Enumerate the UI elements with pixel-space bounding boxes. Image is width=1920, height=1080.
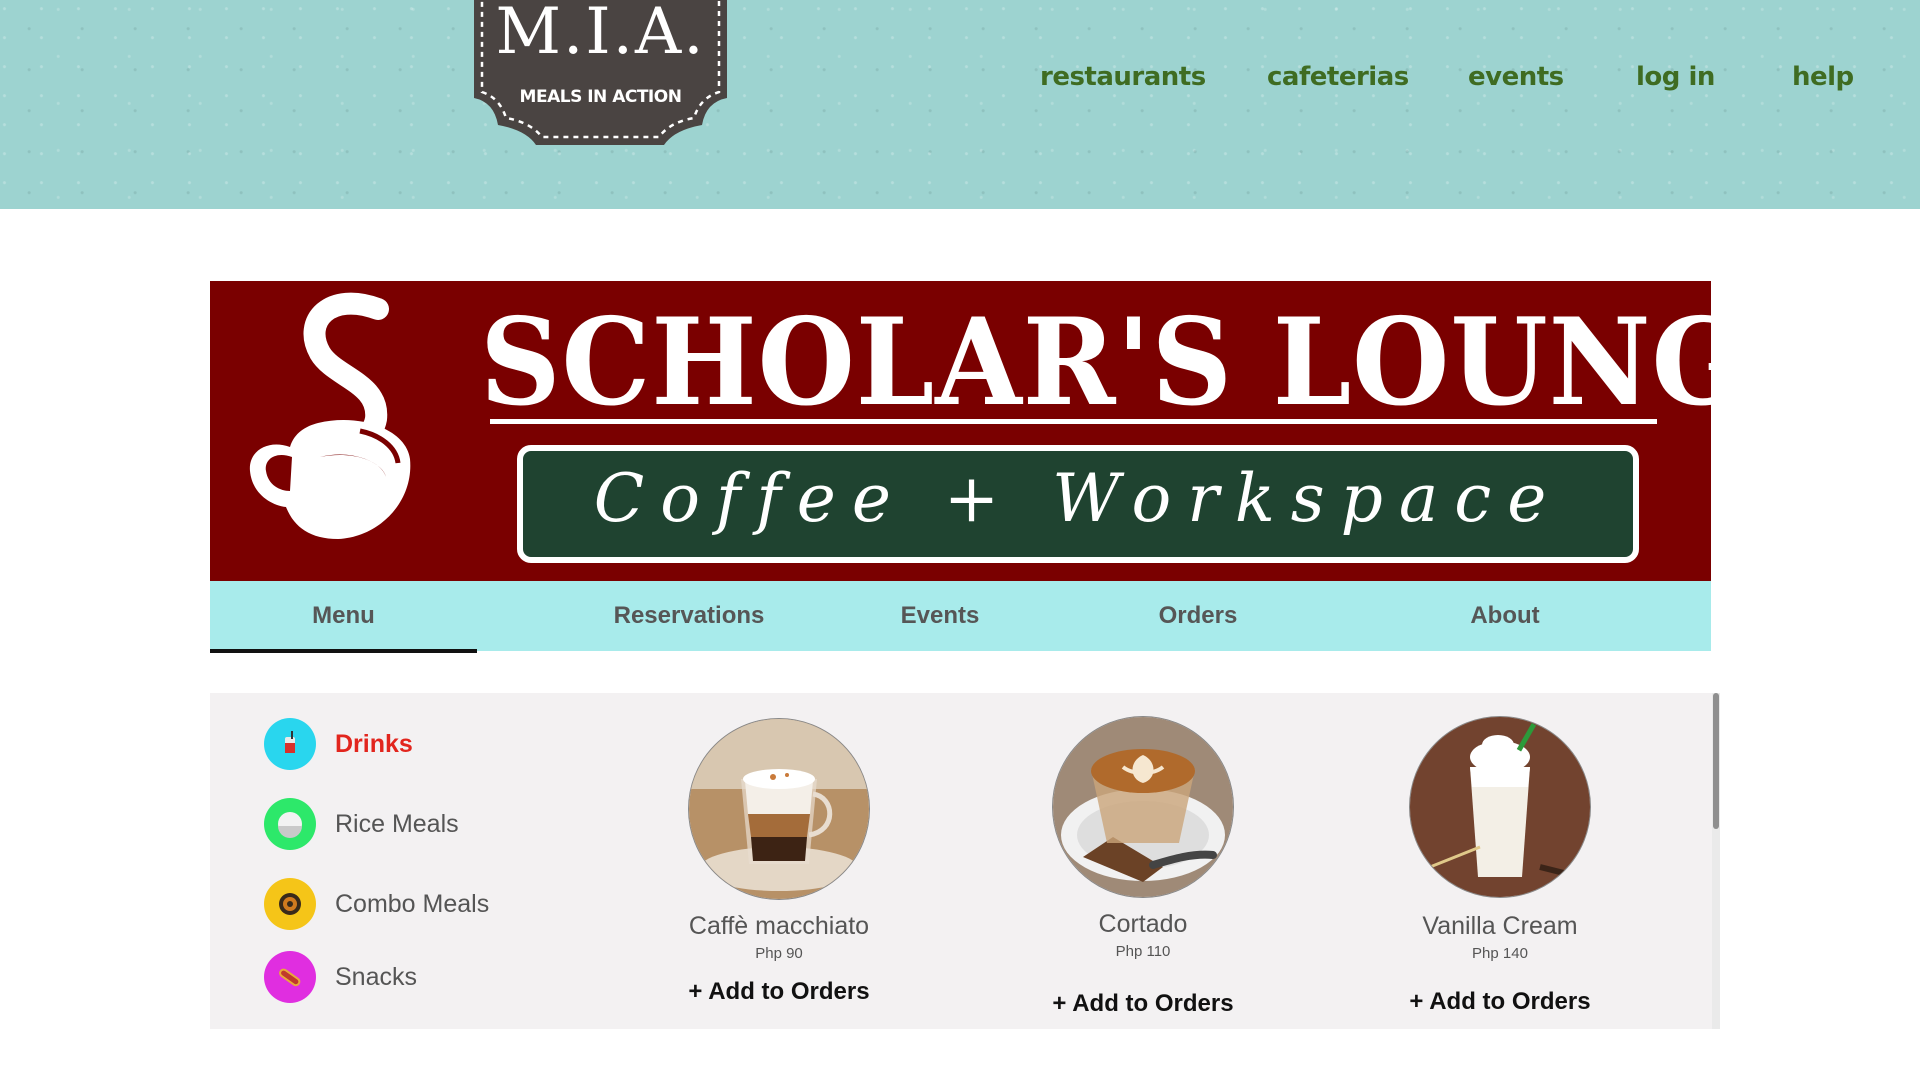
tab-reservations[interactable]: Reservations: [580, 581, 798, 651]
banner-tagline-box: Coffee + Workspace: [517, 445, 1639, 563]
coffee-cup-icon: [249, 292, 411, 539]
add-to-orders-button[interactable]: + Add to Orders: [629, 978, 929, 1006]
top-nav: restaurants cafeterias events log in hel…: [1000, 62, 1860, 102]
nav-help[interactable]: help: [1792, 62, 1854, 92]
mia-logo[interactable]: M.I.A. MEALS IN ACTION: [474, 0, 727, 145]
tab-events[interactable]: Events: [870, 581, 1010, 651]
tab-about[interactable]: About: [1435, 581, 1575, 651]
product-price: Php 110: [1115, 943, 1171, 960]
nav-events[interactable]: events: [1468, 62, 1564, 92]
scrollbar-thumb[interactable]: [1713, 693, 1719, 829]
active-tab-indicator: [210, 649, 477, 653]
product-name: Vanilla Cream: [1422, 912, 1578, 940]
nav-cafeterias[interactable]: cafeterias: [1267, 62, 1409, 92]
add-to-orders-button[interactable]: + Add to Orders: [993, 990, 1293, 1018]
nav-log-in[interactable]: log in: [1636, 62, 1715, 92]
product-card: Cortado Php 110 + Add to Orders: [993, 716, 1293, 1018]
product-card: Caffè macchiato Php 90 + Add to Orders: [629, 718, 929, 1006]
banner-divider: [490, 419, 1657, 424]
menu-panel: Drinks Rice Meals Combo Meals Snacks Caf…: [210, 693, 1720, 1029]
product-name: Cortado: [1098, 910, 1188, 938]
product-photo[interactable]: [1409, 716, 1591, 898]
site-header: M.I.A. MEALS IN ACTION restaurants cafet…: [0, 0, 1920, 209]
product-card: Vanilla Cream Php 140 + Add to Orders: [1350, 716, 1650, 1016]
logo-title: M.I.A.: [495, 0, 706, 69]
tab-menu[interactable]: Menu: [210, 581, 477, 651]
menu-scrollbar[interactable]: [1712, 693, 1720, 1029]
category-label: Drinks: [335, 730, 413, 758]
category-label: Rice Meals: [335, 810, 459, 838]
banner-tagline: Coffee + Workspace: [593, 460, 1563, 537]
banner-title: SCHOLAR'S LOUNGE: [480, 292, 1834, 433]
drink-cup-icon: [264, 718, 316, 770]
product-photo[interactable]: [688, 718, 870, 900]
hotdog-icon: [264, 951, 316, 1003]
restaurant-tab-bar: Menu Reservations Events Orders About: [210, 581, 1711, 651]
add-to-orders-button[interactable]: + Add to Orders: [1350, 988, 1650, 1016]
nav-restaurants[interactable]: restaurants: [1040, 62, 1206, 92]
product-price: Php 90: [755, 945, 803, 962]
category-label: Combo Meals: [335, 890, 490, 918]
product-price: Php 140: [1472, 945, 1528, 962]
product-photo[interactable]: [1052, 716, 1234, 898]
rice-bowl-icon: [264, 798, 316, 850]
tab-orders[interactable]: Orders: [1128, 581, 1268, 651]
restaurant-banner: SCHOLAR'S LOUNGE Coffee + Workspace: [210, 281, 1833, 581]
logo-subtitle: MEALS IN ACTION: [519, 87, 682, 107]
product-name: Caffè macchiato: [688, 912, 870, 940]
category-label: Snacks: [335, 963, 417, 991]
plate-icon: [264, 878, 316, 930]
